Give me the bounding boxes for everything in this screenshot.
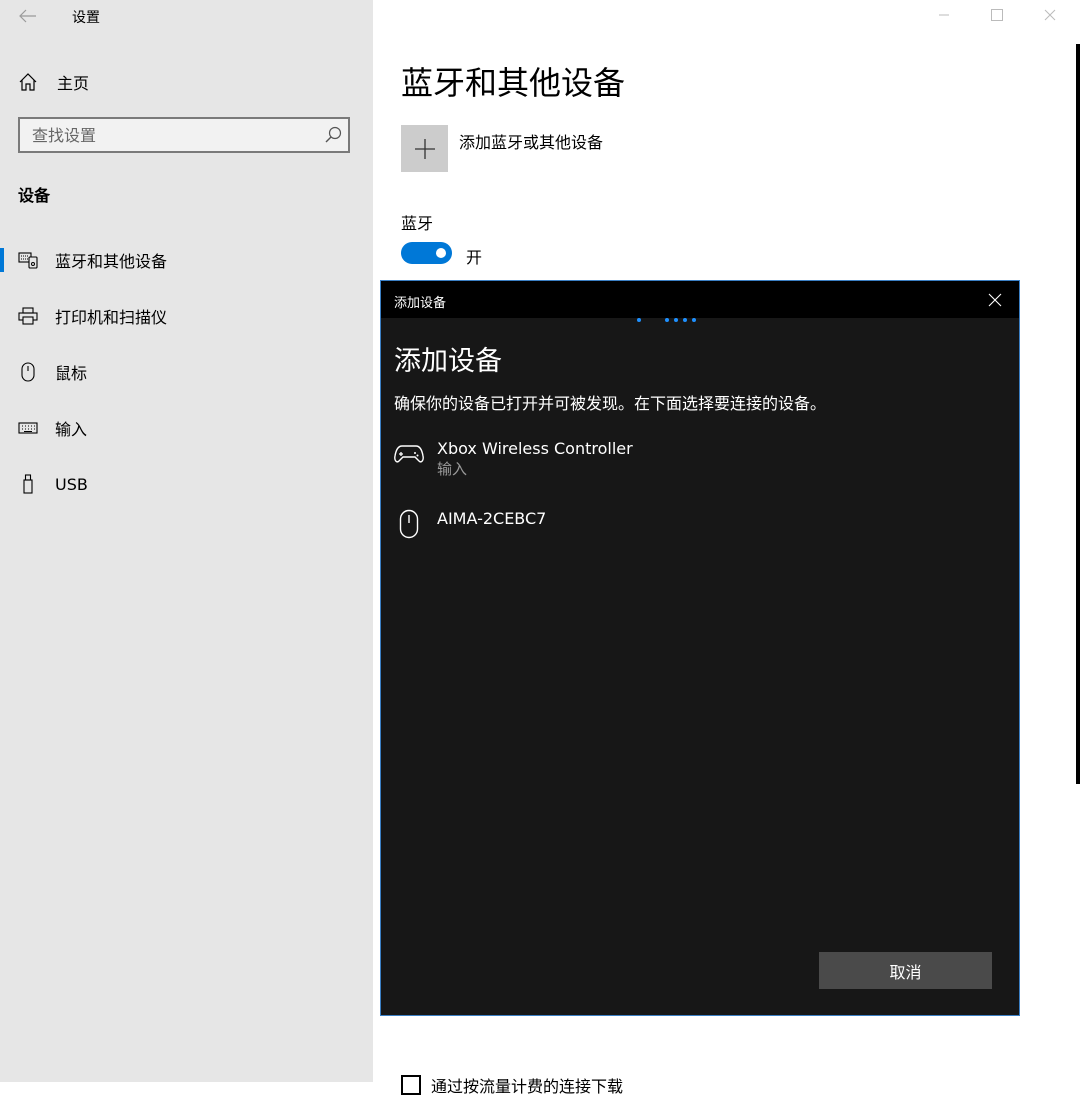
sidebar-item-label: 输入 [55,420,88,439]
search-box[interactable] [18,117,350,153]
add-device-label: 添加蓝牙或其他设备 [459,133,604,152]
gamepad-icon [394,439,424,469]
toggle-knob [436,248,446,258]
device-subtitle: 输入 [437,460,468,478]
close-button[interactable] [1023,0,1076,30]
home-label: 主页 [57,74,90,93]
device-text: Xbox Wireless Controller 输入 [437,439,633,479]
sidebar-item-home[interactable]: 主页 [18,70,89,94]
device-name: AIMA-2CEBC7 [437,509,547,528]
add-tile [401,125,448,172]
bluetooth-state: 开 [466,248,483,267]
printer-icon [18,306,38,326]
add-device-button[interactable]: 添加蓝牙或其他设备 [401,125,603,172]
sidebar-item-printers[interactable]: 打印机和扫描仪 [0,288,373,344]
nav-list: 蓝牙和其他设备 打印机和扫描仪 鼠标 输入 USB [0,232,373,512]
scrollbar[interactable] [1076,44,1080,784]
sidebar-item-bluetooth[interactable]: 蓝牙和其他设备 [0,232,373,288]
page-title: 蓝牙和其他设备 [401,64,626,102]
minimize-button[interactable] [917,0,970,30]
close-icon [1044,9,1055,21]
window-controls [917,0,1076,30]
dialog-description: 确保你的设备已打开并可被发现。在下面选择要连接的设备。 [394,394,827,413]
close-icon [988,293,1002,307]
dialog-heading: 添加设备 [394,346,502,377]
device-name: Xbox Wireless Controller [437,439,633,458]
home-icon [19,73,37,91]
maximize-icon [990,9,1003,21]
dialog-close-button[interactable] [985,290,1005,310]
bluetooth-devices-icon [18,250,38,270]
maximize-button[interactable] [970,0,1023,30]
bluetooth-label: 蓝牙 [401,214,434,233]
sidebar-item-label: 打印机和扫描仪 [55,308,168,327]
metered-download-checkbox[interactable] [401,1075,421,1095]
search-icon[interactable] [318,120,348,150]
metered-download-label: 通过按流量计费的连接下载 [431,1077,624,1096]
device-text: AIMA-2CEBC7 [437,509,546,529]
app-title: 设置 [72,10,100,26]
usb-icon [18,474,38,494]
sidebar-item-label: 鼠标 [55,364,88,383]
minimize-icon [938,14,949,16]
sidebar: 设置 主页 设备 蓝牙和其他设备 [0,0,373,1082]
add-device-dialog: 添加设备 添加设备 确保你的设备已打开并可被发现。在下面选择要连接的设备。 Xb… [380,280,1020,1016]
device-item-aima[interactable]: AIMA-2CEBC7 [394,509,546,539]
bluetooth-toggle[interactable] [401,242,452,264]
section-title-devices: 设备 [18,186,51,205]
search-input[interactable] [20,124,318,146]
sidebar-item-input[interactable]: 输入 [0,400,373,456]
sidebar-item-mouse[interactable]: 鼠标 [0,344,373,400]
sidebar-item-label: 蓝牙和其他设备 [55,252,168,271]
dialog-titlebar: 添加设备 [381,281,1019,318]
metered-download-row[interactable]: 通过按流量计费的连接下载 [401,1073,623,1097]
mouse-icon [18,362,38,382]
keyboard-icon [18,418,38,438]
sidebar-item-usb[interactable]: USB [0,456,373,512]
dialog-titlebar-text: 添加设备 [394,296,447,311]
sidebar-item-label: USB [55,474,88,494]
plus-icon [414,138,435,159]
back-arrow-icon [19,9,36,23]
back-button[interactable] [12,2,44,30]
device-item-xbox-controller[interactable]: Xbox Wireless Controller 输入 [394,439,633,479]
cancel-button[interactable]: 取消 [819,952,992,989]
mouse-icon [394,509,424,539]
